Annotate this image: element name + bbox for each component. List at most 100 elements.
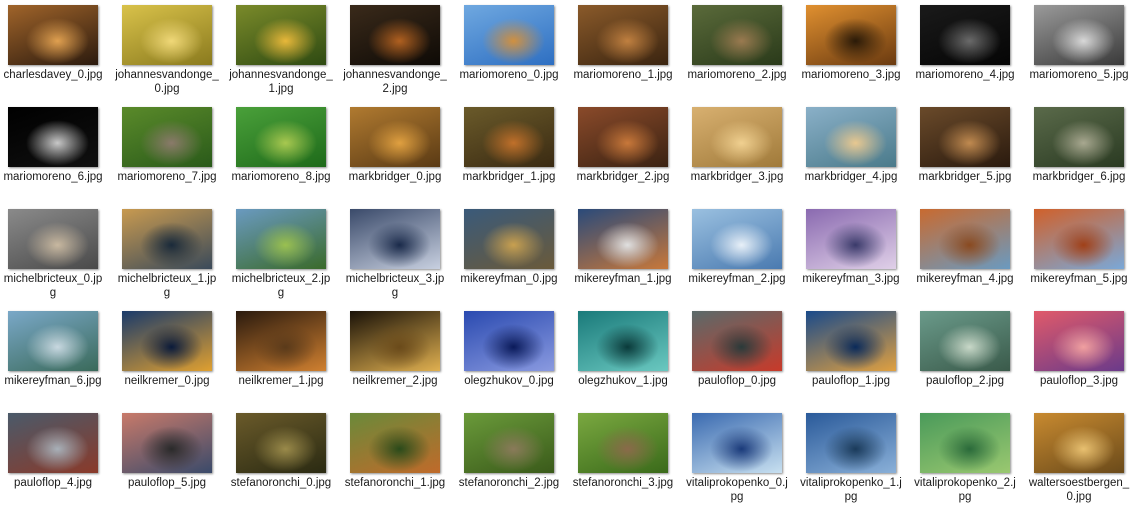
file-item[interactable]: charlesdavey_0.jpg	[1, 0, 115, 102]
file-item[interactable]: mariomoreno_6.jpg	[1, 102, 115, 204]
file-thumbnail[interactable]	[1034, 413, 1124, 473]
file-thumbnail[interactable]	[578, 311, 668, 371]
file-name[interactable]: mariomoreno_6.jpg	[1, 170, 105, 184]
file-item[interactable]: stefanoronchi_3.jpg	[571, 408, 685, 510]
file-item[interactable]: olegzhukov_0.jpg	[457, 306, 571, 408]
file-name[interactable]: olegzhukov_1.jpg	[571, 374, 675, 388]
file-name[interactable]: vitaliprokopenko_0.jpg	[685, 476, 789, 504]
file-thumbnail[interactable]	[122, 209, 212, 269]
file-name[interactable]: markbridger_0.jpg	[343, 170, 447, 184]
file-thumbnail[interactable]	[8, 107, 98, 167]
file-thumbnail[interactable]	[122, 311, 212, 371]
file-thumbnail[interactable]	[920, 107, 1010, 167]
file-name[interactable]: vitaliprokopenko_2.jpg	[913, 476, 1017, 504]
file-name[interactable]: michelbricteux_0.jpg	[1, 272, 105, 300]
file-name[interactable]: markbridger_5.jpg	[913, 170, 1017, 184]
file-name[interactable]: stefanoronchi_3.jpg	[571, 476, 675, 490]
file-item[interactable]: michelbricteux_1.jpg	[115, 204, 229, 306]
file-thumbnail[interactable]	[578, 5, 668, 65]
file-thumbnail[interactable]	[1034, 5, 1124, 65]
file-thumbnail[interactable]	[464, 107, 554, 167]
file-thumbnail[interactable]	[350, 413, 440, 473]
file-item[interactable]: pauloflop_2.jpg	[913, 306, 1027, 408]
file-name[interactable]: olegzhukov_0.jpg	[457, 374, 561, 388]
file-name[interactable]: markbridger_6.jpg	[1027, 170, 1131, 184]
file-thumbnail[interactable]	[122, 5, 212, 65]
file-item[interactable]: mariomoreno_2.jpg	[685, 0, 799, 102]
file-item[interactable]: vitaliprokopenko_1.jpg	[799, 408, 913, 510]
file-item[interactable]: neilkremer_0.jpg	[115, 306, 229, 408]
file-name[interactable]: mikereyfman_0.jpg	[457, 272, 561, 286]
file-name[interactable]: mikereyfman_6.jpg	[1, 374, 105, 388]
file-item[interactable]: johannesvandonge_1.jpg	[229, 0, 343, 102]
file-name[interactable]: johannesvandonge_2.jpg	[343, 68, 447, 96]
file-thumbnail[interactable]	[578, 209, 668, 269]
file-name[interactable]: michelbricteux_1.jpg	[115, 272, 219, 300]
file-thumbnail[interactable]	[578, 413, 668, 473]
file-name[interactable]: pauloflop_1.jpg	[799, 374, 903, 388]
file-name[interactable]: pauloflop_2.jpg	[913, 374, 1017, 388]
file-item[interactable]: neilkremer_1.jpg	[229, 306, 343, 408]
file-thumbnail[interactable]	[578, 107, 668, 167]
file-thumbnail[interactable]	[350, 107, 440, 167]
file-name[interactable]: mikereyfman_1.jpg	[571, 272, 675, 286]
file-item[interactable]: vitaliprokopenko_0.jpg	[685, 408, 799, 510]
file-item[interactable]: mikereyfman_4.jpg	[913, 204, 1027, 306]
file-name[interactable]: mikereyfman_4.jpg	[913, 272, 1017, 286]
file-thumbnail[interactable]	[920, 209, 1010, 269]
file-name[interactable]: markbridger_3.jpg	[685, 170, 789, 184]
file-thumbnail[interactable]	[236, 107, 326, 167]
file-item[interactable]: neilkremer_2.jpg	[343, 306, 457, 408]
file-thumbnail[interactable]	[464, 209, 554, 269]
file-name[interactable]: mikereyfman_5.jpg	[1027, 272, 1131, 286]
file-item[interactable]: markbridger_6.jpg	[1027, 102, 1134, 204]
file-name[interactable]: neilkremer_0.jpg	[115, 374, 219, 388]
file-item[interactable]: mikereyfman_2.jpg	[685, 204, 799, 306]
file-thumbnail[interactable]	[350, 5, 440, 65]
file-item[interactable]: pauloflop_0.jpg	[685, 306, 799, 408]
file-name[interactable]: pauloflop_0.jpg	[685, 374, 789, 388]
file-thumbnail[interactable]	[692, 209, 782, 269]
file-name[interactable]: stefanoronchi_2.jpg	[457, 476, 561, 490]
file-item[interactable]: waltersoestbergen_0.jpg	[1027, 408, 1134, 510]
file-thumbnail[interactable]	[236, 209, 326, 269]
file-thumbnail[interactable]	[464, 5, 554, 65]
file-name[interactable]: michelbricteux_2.jpg	[229, 272, 333, 300]
file-thumbnail[interactable]	[8, 5, 98, 65]
file-item[interactable]: mikereyfman_5.jpg	[1027, 204, 1134, 306]
file-thumbnail[interactable]	[464, 311, 554, 371]
file-item[interactable]: markbridger_1.jpg	[457, 102, 571, 204]
file-name[interactable]: vitaliprokopenko_1.jpg	[799, 476, 903, 504]
file-name[interactable]: mariomoreno_2.jpg	[685, 68, 789, 82]
file-thumbnail[interactable]	[236, 5, 326, 65]
file-thumbnail[interactable]	[806, 5, 896, 65]
file-item[interactable]: mariomoreno_0.jpg	[457, 0, 571, 102]
file-thumbnail[interactable]	[8, 413, 98, 473]
file-thumbnail[interactable]	[806, 107, 896, 167]
file-name[interactable]: pauloflop_4.jpg	[1, 476, 105, 490]
file-item[interactable]: markbridger_5.jpg	[913, 102, 1027, 204]
file-name[interactable]: markbridger_1.jpg	[457, 170, 561, 184]
file-item[interactable]: mikereyfman_3.jpg	[799, 204, 913, 306]
file-item[interactable]: pauloflop_3.jpg	[1027, 306, 1134, 408]
file-item[interactable]: stefanoronchi_0.jpg	[229, 408, 343, 510]
file-item[interactable]: michelbricteux_3.jpg	[343, 204, 457, 306]
file-name[interactable]: stefanoronchi_0.jpg	[229, 476, 333, 490]
file-thumbnail[interactable]	[122, 413, 212, 473]
file-item[interactable]: mikereyfman_0.jpg	[457, 204, 571, 306]
file-name[interactable]: charlesdavey_0.jpg	[1, 68, 105, 82]
file-item[interactable]: johannesvandonge_2.jpg	[343, 0, 457, 102]
file-name[interactable]: mariomoreno_4.jpg	[913, 68, 1017, 82]
file-item[interactable]: michelbricteux_0.jpg	[1, 204, 115, 306]
file-thumbnail[interactable]	[236, 311, 326, 371]
file-item[interactable]: mariomoreno_8.jpg	[229, 102, 343, 204]
file-name[interactable]: neilkremer_1.jpg	[229, 374, 333, 388]
file-name[interactable]: mikereyfman_3.jpg	[799, 272, 903, 286]
file-item[interactable]: johannesvandonge_0.jpg	[115, 0, 229, 102]
file-thumbnail[interactable]	[350, 209, 440, 269]
file-name[interactable]: waltersoestbergen_0.jpg	[1027, 476, 1131, 504]
file-item[interactable]: mikereyfman_6.jpg	[1, 306, 115, 408]
file-thumbnail[interactable]	[464, 413, 554, 473]
file-item[interactable]: mikereyfman_1.jpg	[571, 204, 685, 306]
file-thumbnail[interactable]	[692, 413, 782, 473]
